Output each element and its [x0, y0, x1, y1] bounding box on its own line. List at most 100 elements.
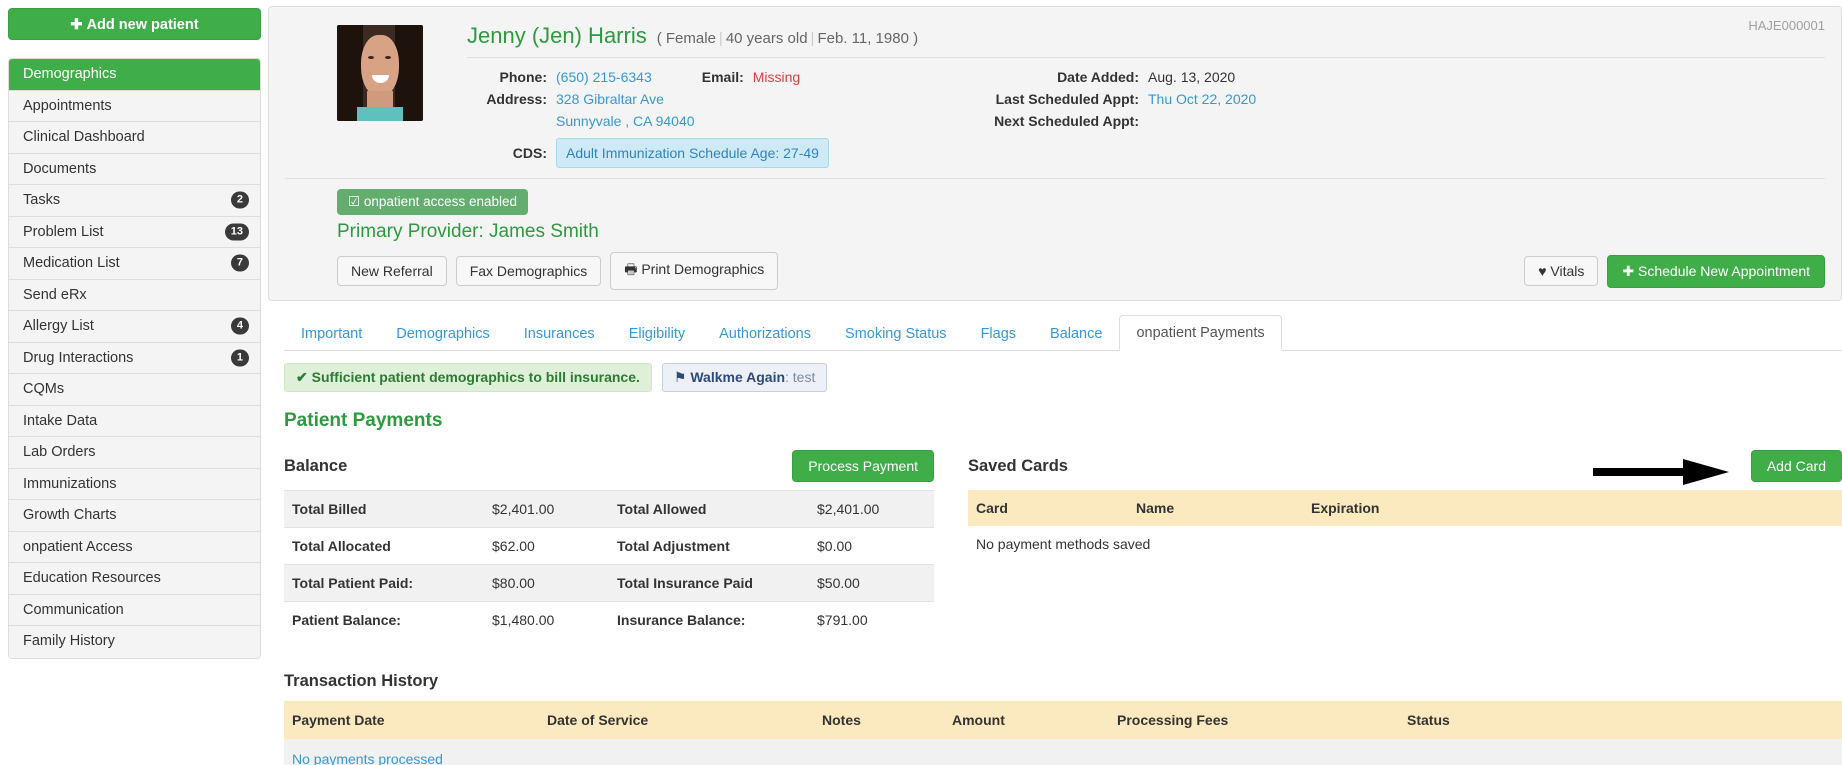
sidebar-item-education-resources[interactable]: Education Resources — [9, 563, 260, 595]
sidebar-item-intake-data[interactable]: Intake Data — [9, 405, 260, 437]
last-appt-value[interactable]: Thu Oct 22, 2020 — [1139, 88, 1256, 110]
sidebar-item-badge: 1 — [230, 349, 249, 367]
sidebar-item-documents[interactable]: Documents — [9, 153, 260, 185]
saved-cards-empty-message: No payment methods saved — [968, 526, 1842, 562]
tab-flags[interactable]: Flags — [964, 316, 1033, 351]
date-added-label: Date Added: — [1057, 69, 1139, 85]
divider — [467, 57, 1825, 58]
sidebar-item-badge: 13 — [224, 223, 249, 241]
sidebar-item-label: Lab Orders — [23, 444, 96, 460]
patient-sex: Female — [665, 30, 716, 47]
new-referral-button[interactable]: New Referral — [337, 256, 447, 286]
balance-cell-k2: Total Adjustment — [609, 527, 809, 565]
no-payments-processed-link[interactable]: No payments processed — [284, 739, 539, 765]
transaction-history-column-header: Amount — [944, 701, 1109, 739]
patient-name[interactable]: Jenny (Jen) Harris — [467, 23, 647, 49]
saved-cards-title: Saved Cards — [968, 456, 1068, 475]
transaction-history-section: Transaction History Payment Date Date of … — [284, 672, 1842, 765]
sidebar: ✚ Add new patient Demographics Appointment… — [0, 0, 268, 659]
sidebar-item-label: Medication List — [23, 255, 120, 271]
balance-row: Patient Balance: $1,480.00 Insurance Balan… — [284, 601, 934, 638]
sidebar-item-immunizations[interactable]: Immunizations — [9, 468, 260, 500]
page-title: Patient Payments — [284, 410, 443, 431]
sidebar-item-send-erx[interactable]: Send eRx — [9, 279, 260, 311]
address-line-1[interactable]: 328 Gibraltar Ave — [547, 88, 664, 110]
process-payment-button[interactable]: Process Payment — [792, 450, 934, 482]
sidebar-nav: Demographics Appointments Clinical Dashboa… — [8, 58, 261, 659]
pointer-arrow-annotation — [1593, 459, 1729, 485]
schedule-new-appointment-button[interactable]: ✚ Schedule New Appointment — [1607, 254, 1825, 288]
sidebar-item-communication[interactable]: Communication — [9, 594, 260, 626]
vitals-button[interactable]: ♥ Vitals — [1524, 256, 1599, 286]
sidebar-item-label: Demographics — [23, 66, 117, 82]
balance-table: Total Billed $2,401.00 Total Allowed $2,401… — [284, 490, 934, 638]
sidebar-item-badge: 4 — [230, 317, 249, 335]
transaction-history-table: Payment Date Date of Service Notes Amount Pr… — [284, 701, 1842, 765]
sidebar-item-family-history[interactable]: Family History — [9, 626, 260, 658]
email-value: Missing — [752, 69, 801, 85]
address-row-2: Sunnyvale , CA 94040 — [467, 110, 967, 132]
sidebar-item-demographics[interactable]: Demographics — [9, 59, 260, 91]
patient-detail-grid: Phone: (650) 215-6343 Email: Missing Add… — [467, 66, 1825, 168]
next-appt-value — [1139, 110, 1148, 132]
schedule-new-appointment-label: Schedule New Appointment — [1638, 262, 1810, 279]
email-label: Email: — [701, 69, 744, 85]
saved-cards-column-header: Name — [1128, 490, 1303, 526]
cds-chip[interactable]: Adult Immunization Schedule Age: 27-49 — [556, 138, 829, 168]
tab-onpatient-payments[interactable]: onpatient Payments — [1119, 315, 1282, 351]
tab-eligibility[interactable]: Eligibility — [612, 316, 702, 351]
walkme-value: : test — [785, 369, 816, 385]
check-square-icon: ☑ — [348, 194, 361, 209]
transaction-history-column-header: Date of Service — [539, 701, 814, 739]
sidebar-item-label: Intake Data — [23, 412, 98, 429]
sidebar-item-tasks[interactable]: Tasks 2 — [9, 185, 260, 217]
plus-icon: ✚ — [70, 17, 83, 33]
sidebar-item-problem-list[interactable]: Problem List 13 — [9, 216, 260, 248]
add-card-button[interactable]: Add Card — [1750, 450, 1842, 482]
balance-section: Balance Process Payment Total Billed $2,4… — [284, 450, 934, 638]
sidebar-item-appointments[interactable]: Appointments — [9, 90, 260, 122]
sidebar-item-clinical-dashboard[interactable]: Clinical Dashboard — [9, 122, 260, 154]
balance-row: Total Billed $2,401.00 Total Allowed $2,401… — [284, 490, 934, 528]
tab-important[interactable]: Important — [284, 316, 379, 351]
sidebar-item-onpatient-access[interactable]: onpatient Access — [9, 531, 260, 563]
address-line-2[interactable]: Sunnyvale , CA 94040 — [547, 110, 695, 132]
balance-row: Total Allocated $62.00 Total Adjustment $0.… — [284, 527, 934, 565]
balance-cell-k2: Insurance Balance: — [609, 601, 809, 638]
saved-cards-table: Card Name Expiration No payment methods sa… — [968, 490, 1842, 562]
sidebar-item-label: Send eRx — [23, 286, 87, 303]
sidebar-item-label: Drug Interactions — [23, 349, 134, 366]
walkme-again-button[interactable]: ⚑ Walkme Again: test — [661, 363, 828, 392]
tab-authorizations[interactable]: Authorizations — [702, 316, 828, 351]
saved-cards-header-row: Card Name Expiration — [968, 490, 1842, 526]
sidebar-item-allergy-list[interactable]: Allergy List 4 — [9, 311, 260, 343]
print-demographics-button[interactable]: 🖶 Print Demographics — [610, 252, 779, 290]
fax-demographics-button[interactable]: Fax Demographics — [455, 256, 602, 286]
balance-cell-v1: $2,401.00 — [484, 490, 609, 528]
check-icon: ✔ — [296, 369, 308, 385]
app-root: ✚ Add new patient Demographics Appointment… — [0, 0, 1842, 765]
sidebar-item-medication-list[interactable]: Medication List 7 — [9, 248, 260, 280]
balance-cell-v2: $2,401.00 — [809, 490, 934, 528]
saved-cards-column-header: Card — [968, 490, 1128, 526]
sidebar-item-label: Education Resources — [23, 570, 161, 586]
date-added-row: Date Added: Aug. 13, 2020 — [967, 66, 1825, 88]
sidebar-item-lab-orders[interactable]: Lab Orders — [9, 437, 260, 469]
balance-title: Balance — [284, 456, 348, 475]
tab-demographics[interactable]: Demographics — [379, 316, 507, 351]
sidebar-item-drug-interactions[interactable]: Drug Interactions 1 — [9, 342, 260, 374]
sidebar-item-cqms[interactable]: CQMs — [9, 374, 260, 406]
tab-insurances[interactable]: Insurances — [507, 316, 612, 351]
balance-cell-v1: $80.00 — [484, 564, 609, 602]
onpatient-access-label: onpatient access enabled — [363, 194, 517, 209]
sidebar-item-growth-charts[interactable]: Growth Charts — [9, 500, 260, 532]
transaction-history-header-row: Payment Date Date of Service Notes Amount Pr… — [284, 701, 1842, 739]
tab-smoking-status[interactable]: Smoking Status — [828, 316, 964, 351]
walkme-label: Walkme Again — [690, 369, 786, 385]
address-label: Address: — [486, 91, 547, 107]
add-new-patient-button[interactable]: ✚ Add new patient — [8, 8, 261, 40]
phone-label: Phone: — [499, 69, 547, 85]
phone-value[interactable]: (650) 215-6343 — [547, 66, 652, 88]
tab-balance[interactable]: Balance — [1033, 316, 1119, 351]
heart-icon: ♥ — [1538, 263, 1547, 279]
